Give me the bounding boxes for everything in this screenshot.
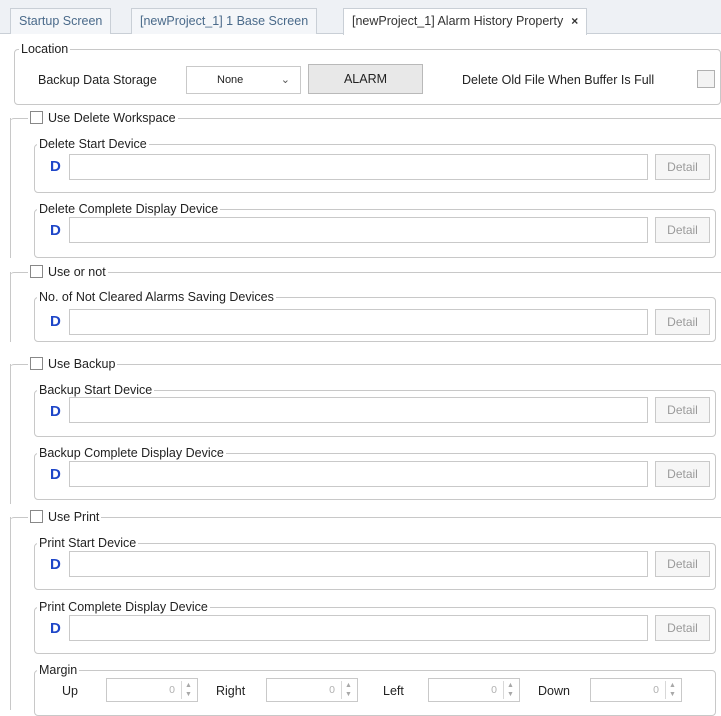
legend-text: Margin xyxy=(37,662,80,678)
margin-down-label: Down xyxy=(538,684,570,698)
margin-right-spinner[interactable]: 0 ▲ ▼ xyxy=(266,678,358,702)
tab-bar: Startup Screen [newProject_1] 1 Base Scr… xyxy=(0,0,721,35)
use-backup-checkbox[interactable] xyxy=(30,357,43,370)
print-complete-device-input[interactable] xyxy=(69,615,648,641)
tab-base-screen[interactable]: [newProject_1] 1 Base Screen xyxy=(131,8,318,34)
device-type-letter: D xyxy=(50,403,61,420)
margin-left-spinner[interactable]: 0 ▲ ▼ xyxy=(428,678,520,702)
device-type-letter: D xyxy=(50,222,61,239)
device-type-letter: D xyxy=(50,556,61,573)
spinner-arrows-icon[interactable]: ▲ ▼ xyxy=(181,681,195,699)
device-type-letter: D xyxy=(50,158,61,175)
print-start-detail-button[interactable]: Detail xyxy=(655,551,710,577)
use-print-checkbox[interactable] xyxy=(30,510,43,523)
tab-label: Startup Screen xyxy=(19,14,103,28)
use-or-not-checkbox[interactable] xyxy=(30,265,43,278)
device-type-letter: D xyxy=(50,313,61,330)
legend-text: Use Backup xyxy=(48,357,116,371)
legend-text: Use Print xyxy=(48,510,100,524)
backup-complete-device-input[interactable] xyxy=(69,461,648,487)
close-icon[interactable]: × xyxy=(571,14,578,28)
backup-data-storage-select[interactable]: None ⌄ xyxy=(186,66,301,94)
margin-up-spinner[interactable]: 0 ▲ ▼ xyxy=(106,678,198,702)
backup-start-detail-button[interactable]: Detail xyxy=(655,397,710,423)
delete-start-device-input[interactable] xyxy=(69,154,648,180)
device-type-letter: D xyxy=(50,466,61,483)
select-value: None xyxy=(217,74,244,86)
margin-left-label: Left xyxy=(383,684,404,698)
delete-complete-detail-button[interactable]: Detail xyxy=(655,217,710,243)
delete-old-file-label: Delete Old File When Buffer Is Full xyxy=(462,73,655,87)
spinner-value: 0 xyxy=(329,684,335,696)
spinner-arrows-icon[interactable]: ▲ ▼ xyxy=(503,681,517,699)
margin-right-label: Right xyxy=(216,684,246,698)
device-type-letter: D xyxy=(50,620,61,637)
legend-text: Backup Start Device xyxy=(37,382,155,398)
spinner-arrows-icon[interactable]: ▲ ▼ xyxy=(341,681,355,699)
not-cleared-alarms-detail-button[interactable]: Detail xyxy=(655,309,710,335)
legend-text: No. of Not Cleared Alarms Saving Devices xyxy=(37,289,276,305)
tab-label: [newProject_1] Alarm History Property xyxy=(352,14,564,28)
tab-startup-screen[interactable]: Startup Screen xyxy=(10,8,112,34)
legend-text: Delete Complete Display Device xyxy=(37,201,221,217)
backup-start-device-input[interactable] xyxy=(69,397,648,423)
legend-text: Use Delete Workspace xyxy=(48,111,176,125)
delete-complete-device-input[interactable] xyxy=(69,217,648,243)
print-complete-detail-button[interactable]: Detail xyxy=(655,615,710,641)
backup-complete-detail-button[interactable]: Detail xyxy=(655,461,710,487)
delete-start-detail-button[interactable]: Detail xyxy=(655,154,710,180)
print-legend: Use Print xyxy=(28,509,102,525)
legend-text: Print Start Device xyxy=(37,535,139,551)
tab-label: [newProject_1] 1 Base Screen xyxy=(140,14,309,28)
legend-text: Backup Complete Display Device xyxy=(37,445,226,461)
legend-text: Delete Start Device xyxy=(37,136,149,152)
alarm-button[interactable]: ALARM xyxy=(308,64,423,94)
chevron-down-icon: ⌄ xyxy=(280,74,290,86)
use-or-not-legend: Use or not xyxy=(28,264,108,280)
tab-alarm-history-property[interactable]: [newProject_1] Alarm History Property × xyxy=(343,8,588,35)
spinner-value: 0 xyxy=(491,684,497,696)
margin-up-label: Up xyxy=(62,684,78,698)
margin-down-spinner[interactable]: 0 ▲ ▼ xyxy=(590,678,682,702)
not-cleared-alarms-device-input[interactable] xyxy=(69,309,648,335)
print-start-device-input[interactable] xyxy=(69,551,648,577)
legend-text: Print Complete Display Device xyxy=(37,599,210,615)
delete-old-file-checkbox[interactable] xyxy=(697,70,715,88)
delete-workspace-legend: Use Delete Workspace xyxy=(28,110,178,126)
legend-text: Use or not xyxy=(48,265,106,279)
spinner-arrows-icon[interactable]: ▲ ▼ xyxy=(665,681,679,699)
backup-legend: Use Backup xyxy=(28,356,118,372)
location-legend: Location xyxy=(19,41,71,57)
use-delete-workspace-checkbox[interactable] xyxy=(30,111,43,124)
spinner-value: 0 xyxy=(169,684,175,696)
spinner-value: 0 xyxy=(653,684,659,696)
backup-data-storage-label: Backup Data Storage xyxy=(38,73,157,87)
